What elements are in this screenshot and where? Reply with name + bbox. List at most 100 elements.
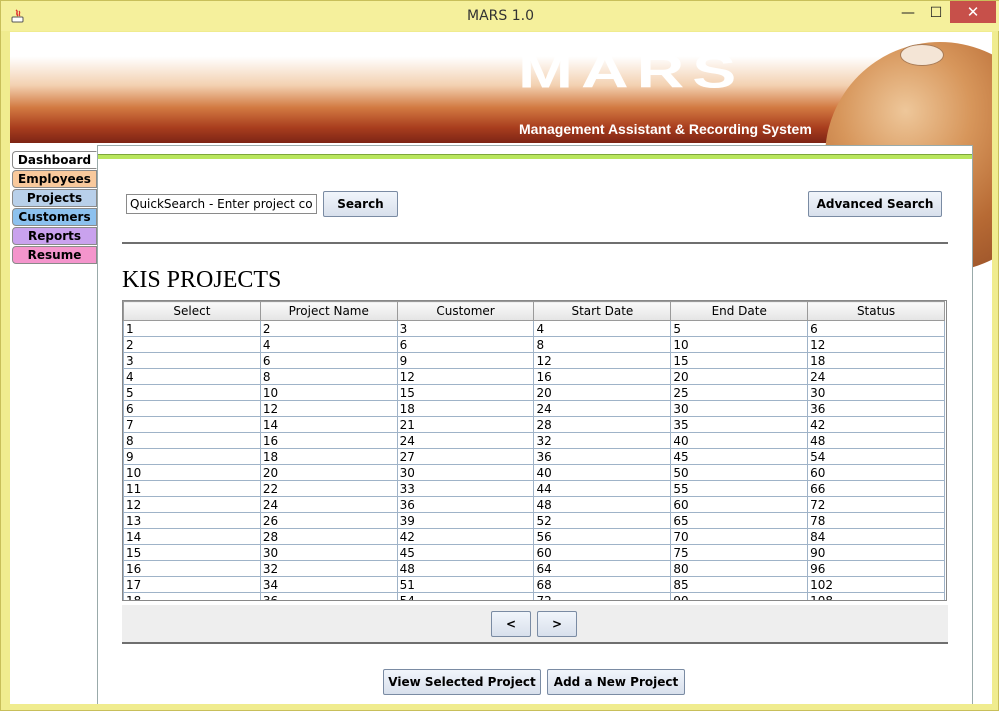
table-cell[interactable]: 2 (259, 320, 398, 337)
table-cell[interactable]: 108 (807, 592, 945, 600)
table-cell[interactable]: 6 (123, 400, 261, 417)
table-cell[interactable]: 60 (807, 464, 945, 481)
column-header[interactable]: End Date (670, 301, 809, 321)
table-cell[interactable]: 20 (533, 384, 672, 401)
table-cell[interactable]: 78 (807, 512, 945, 529)
table-cell[interactable]: 39 (396, 512, 535, 529)
table-cell[interactable]: 68 (533, 576, 672, 593)
table-row[interactable]: 14 28 42 56 70 84 (123, 528, 945, 545)
tab-reports[interactable]: Reports (12, 227, 97, 245)
table-cell[interactable]: 4 (533, 320, 672, 337)
table-cell[interactable]: 72 (807, 496, 945, 513)
table-row[interactable]: 2 4 6 8 10 12 (123, 336, 945, 353)
table-cell[interactable]: 75 (670, 544, 809, 561)
tab-resume[interactable]: Resume (12, 246, 97, 264)
table-row[interactable]: 16 32 48 64 80 96 (123, 560, 945, 577)
table-row[interactable]: 6 12 18 24 30 36 (123, 400, 945, 417)
table-cell[interactable]: 90 (807, 544, 945, 561)
table-cell[interactable]: 40 (670, 432, 809, 449)
table-cell[interactable]: 4 (259, 336, 398, 353)
table-cell[interactable]: 3 (123, 352, 261, 369)
table-cell[interactable]: 8 (533, 336, 672, 353)
table-cell[interactable]: 6 (396, 336, 535, 353)
table-cell[interactable]: 3 (396, 320, 535, 337)
column-header[interactable]: Start Date (533, 301, 672, 321)
advanced-search-button[interactable]: Advanced Search (808, 191, 942, 217)
minimize-button[interactable]: — (894, 1, 922, 25)
table-cell[interactable]: 36 (396, 496, 535, 513)
table-cell[interactable]: 30 (670, 400, 809, 417)
table-cell[interactable]: 12 (807, 336, 945, 353)
table-cell[interactable]: 18 (396, 400, 535, 417)
table-cell[interactable]: 30 (396, 464, 535, 481)
table-cell[interactable]: 7 (123, 416, 261, 433)
table-row[interactable]: 12 24 36 48 60 72 (123, 496, 945, 513)
table-cell[interactable]: 48 (533, 496, 672, 513)
table-cell[interactable]: 24 (807, 368, 945, 385)
table-cell[interactable]: 14 (259, 416, 398, 433)
add-new-project-button[interactable]: Add a New Project (547, 669, 685, 695)
tab-customers[interactable]: Customers (12, 208, 97, 226)
table-cell[interactable]: 55 (670, 480, 809, 497)
table-cell[interactable]: 11 (123, 480, 261, 497)
table-cell[interactable]: 14 (123, 528, 261, 545)
table-cell[interactable]: 17 (123, 576, 261, 593)
table-cell[interactable]: 16 (533, 368, 672, 385)
table-cell[interactable]: 5 (670, 320, 809, 337)
table-cell[interactable]: 50 (670, 464, 809, 481)
table-cell[interactable]: 4 (123, 368, 261, 385)
tab-employees[interactable]: Employees (12, 170, 97, 188)
close-button[interactable]: ✕ (950, 1, 996, 23)
table-row[interactable]: 123456 (123, 320, 945, 337)
table-cell[interactable]: 15 (670, 352, 809, 369)
table-cell[interactable]: 34 (259, 576, 398, 593)
table-cell[interactable]: 1 (123, 320, 261, 337)
next-page-button[interactable]: > (537, 611, 577, 637)
table-cell[interactable]: 24 (396, 432, 535, 449)
column-header[interactable]: Customer (396, 301, 535, 321)
table-cell[interactable]: 20 (259, 464, 398, 481)
table-cell[interactable]: 9 (396, 352, 535, 369)
table-cell[interactable]: 36 (807, 400, 945, 417)
table-cell[interactable]: 102 (807, 576, 945, 593)
maximize-button[interactable]: ☐ (922, 1, 950, 25)
table-cell[interactable]: 16 (123, 560, 261, 577)
table-cell[interactable]: 6 (259, 352, 398, 369)
table-row[interactable]: 17 34 51 68 85 102 (123, 576, 945, 593)
table-cell[interactable]: 18 (259, 448, 398, 465)
table-cell[interactable]: 33 (396, 480, 535, 497)
tab-dashboard[interactable]: Dashboard (12, 151, 97, 169)
view-selected-project-button[interactable]: View Selected Project (383, 669, 541, 695)
table-cell[interactable]: 8 (259, 368, 398, 385)
table-cell[interactable]: 56 (533, 528, 672, 545)
table-cell[interactable]: 60 (670, 496, 809, 513)
table-cell[interactable]: 32 (259, 560, 398, 577)
table-cell[interactable]: 80 (670, 560, 809, 577)
title-bar[interactable]: MARS 1.0 — ☐ ✕ (1, 1, 999, 31)
table-row[interactable]: 15 30 45 60 75 90 (123, 544, 945, 561)
projects-table-scroll[interactable]: Select Project Name Customer Start Date End … (122, 300, 947, 601)
table-row[interactable]: 3 6 9 12 15 18 (123, 352, 945, 369)
column-header[interactable]: Project Name (259, 301, 398, 321)
table-cell[interactable]: 70 (670, 528, 809, 545)
table-cell[interactable]: 13 (123, 512, 261, 529)
table-cell[interactable]: 45 (396, 544, 535, 561)
search-button[interactable]: Search (323, 191, 398, 217)
table-cell[interactable]: 45 (670, 448, 809, 465)
table-cell[interactable]: 54 (396, 592, 535, 600)
table-cell[interactable]: 22 (259, 480, 398, 497)
table-cell[interactable]: 12 (533, 352, 672, 369)
table-row[interactable]: 8 16 24 32 40 48 (123, 432, 945, 449)
table-cell[interactable]: 20 (670, 368, 809, 385)
table-cell[interactable]: 24 (259, 496, 398, 513)
table-cell[interactable]: 15 (123, 544, 261, 561)
table-cell[interactable]: 48 (396, 560, 535, 577)
table-cell[interactable]: 6 (807, 320, 945, 337)
table-cell[interactable]: 12 (259, 400, 398, 417)
quicksearch-input[interactable] (126, 194, 317, 214)
table-cell[interactable]: 42 (396, 528, 535, 545)
table-row[interactable]: 4 8 12 16 20 24 (123, 368, 945, 385)
table-cell[interactable]: 30 (259, 544, 398, 561)
table-cell[interactable]: 28 (533, 416, 672, 433)
table-cell[interactable]: 21 (396, 416, 535, 433)
